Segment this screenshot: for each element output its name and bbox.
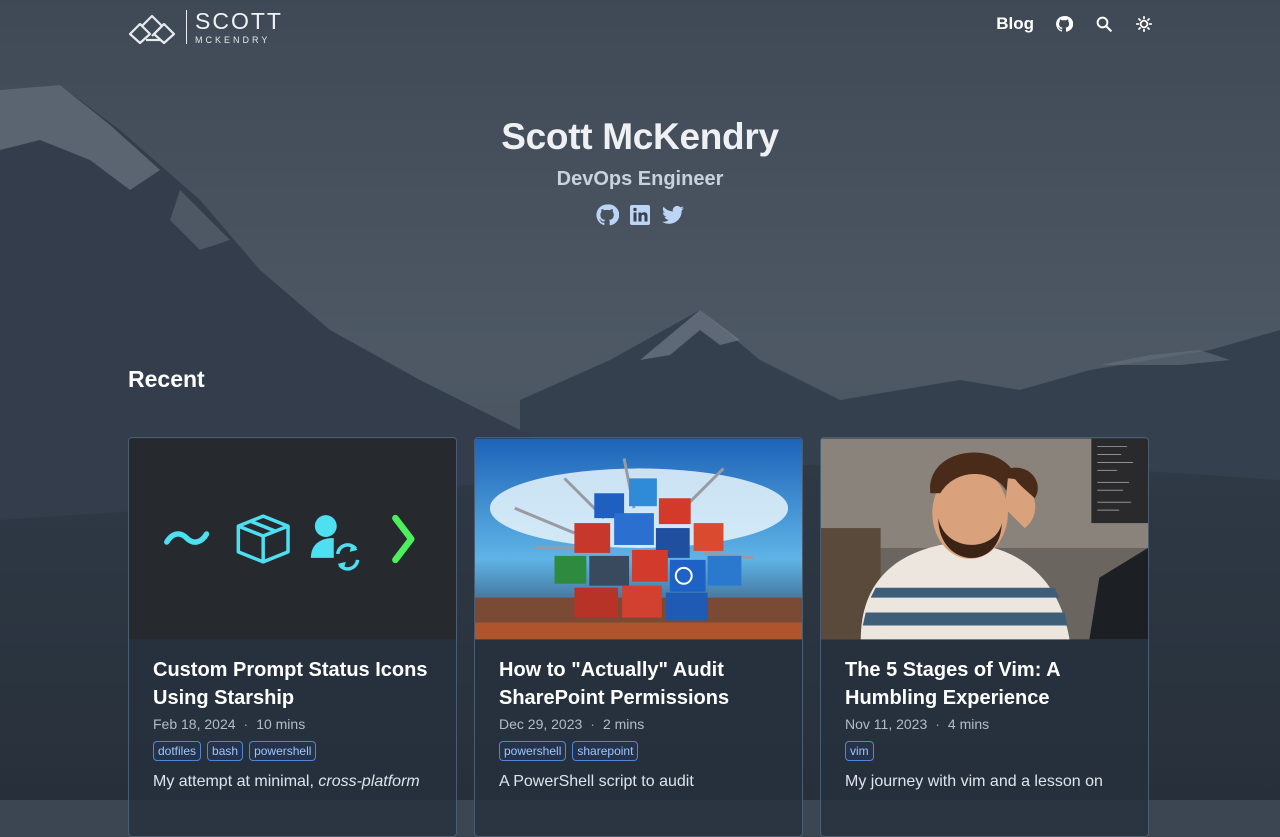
twitter-icon[interactable] <box>661 203 685 227</box>
post-title[interactable]: Custom Prompt Status Icons Using Starshi… <box>153 656 432 712</box>
page: SCOTT MCKENDRY Blog Scott McKendry DevOp… <box>0 0 1280 837</box>
post-card-body: The 5 Stages of Vim: A Humbling Experien… <box>821 640 1148 793</box>
github-icon[interactable] <box>1054 14 1074 34</box>
nav-blog-link[interactable]: Blog <box>996 14 1034 34</box>
post-date: Dec 29, 2023 <box>499 716 583 732</box>
meta-separator: · <box>243 716 249 732</box>
meta-separator: · <box>590 716 595 732</box>
post-title[interactable]: How to "Actually" Audit SharePoint Permi… <box>499 656 778 712</box>
post-meta: Dec 29, 2023 · 2 mins <box>499 716 778 732</box>
post-read-time: 10 mins <box>256 716 306 732</box>
post-tags: dotfiles bash powershell <box>153 741 432 761</box>
social-links <box>0 203 1280 227</box>
tag[interactable]: bash <box>207 741 244 761</box>
logo-mark-icon <box>128 14 176 44</box>
recent-heading: Recent <box>128 366 205 392</box>
tag[interactable]: dotfiles <box>153 741 202 761</box>
post-description: My journey with vim and a lesson on <box>845 773 1103 790</box>
recent-posts: Custom Prompt Status Icons Using Starshi… <box>128 437 1149 837</box>
post-card[interactable]: Custom Prompt Status Icons Using Starshi… <box>128 437 457 837</box>
linkedin-icon[interactable] <box>628 203 652 227</box>
post-card-body: Custom Prompt Status Icons Using Starshi… <box>129 640 456 793</box>
meta-separator: · <box>935 716 940 732</box>
post-image-frustrated-developer <box>821 438 1148 640</box>
post-description: My attempt at minimal, cross-platform <box>153 771 432 793</box>
hero-job-title: DevOps Engineer <box>556 168 724 190</box>
post-description-emphasis: cross-platform <box>318 773 420 790</box>
post-card[interactable]: The 5 Stages of Vim: A Humbling Experien… <box>820 437 1149 837</box>
post-read-time: 4 mins <box>947 716 990 732</box>
tag[interactable]: powershell <box>249 741 317 761</box>
tag[interactable]: vim <box>845 741 874 761</box>
top-nav: Blog <box>996 14 1154 34</box>
post-read-time: 2 mins <box>602 716 645 732</box>
tag[interactable]: powershell <box>499 741 567 761</box>
github-icon[interactable] <box>595 203 619 227</box>
post-card-body: How to "Actually" Audit SharePoint Permi… <box>475 640 802 793</box>
post-card[interactable]: How to "Actually" Audit SharePoint Permi… <box>474 437 803 837</box>
post-date: Nov 11, 2023 <box>845 716 928 732</box>
logo-text: SCOTT MCKENDRY <box>195 7 283 45</box>
hero: Scott McKendry DevOps Engineer <box>0 116 1280 227</box>
post-tags: powershell sharepoint <box>499 741 778 761</box>
search-icon[interactable] <box>1094 14 1114 34</box>
logo-name: SCOTT <box>195 7 283 34</box>
post-date: Feb 18, 2024 <box>153 716 236 732</box>
logo-divider <box>186 10 187 44</box>
logo-subname: MCKENDRY <box>195 34 271 45</box>
site-logo[interactable]: SCOTT MCKENDRY <box>128 8 283 46</box>
post-image-sharepoint-chaos <box>475 438 802 640</box>
tag[interactable]: sharepoint <box>572 741 639 761</box>
theme-toggle-icon[interactable] <box>1134 14 1154 34</box>
post-description: A PowerShell script to audit <box>499 773 694 790</box>
post-image-starship-icons <box>129 438 456 640</box>
post-meta: Feb 18, 2024 · 10 mins <box>153 716 432 732</box>
post-tags: vim <box>845 741 1124 761</box>
post-description-text: My attempt at minimal, <box>153 773 319 790</box>
post-meta: Nov 11, 2023 · 4 mins <box>845 716 1124 732</box>
hero-name: Scott McKendry <box>501 116 779 157</box>
post-title[interactable]: The 5 Stages of Vim: A Humbling Experien… <box>845 656 1124 712</box>
